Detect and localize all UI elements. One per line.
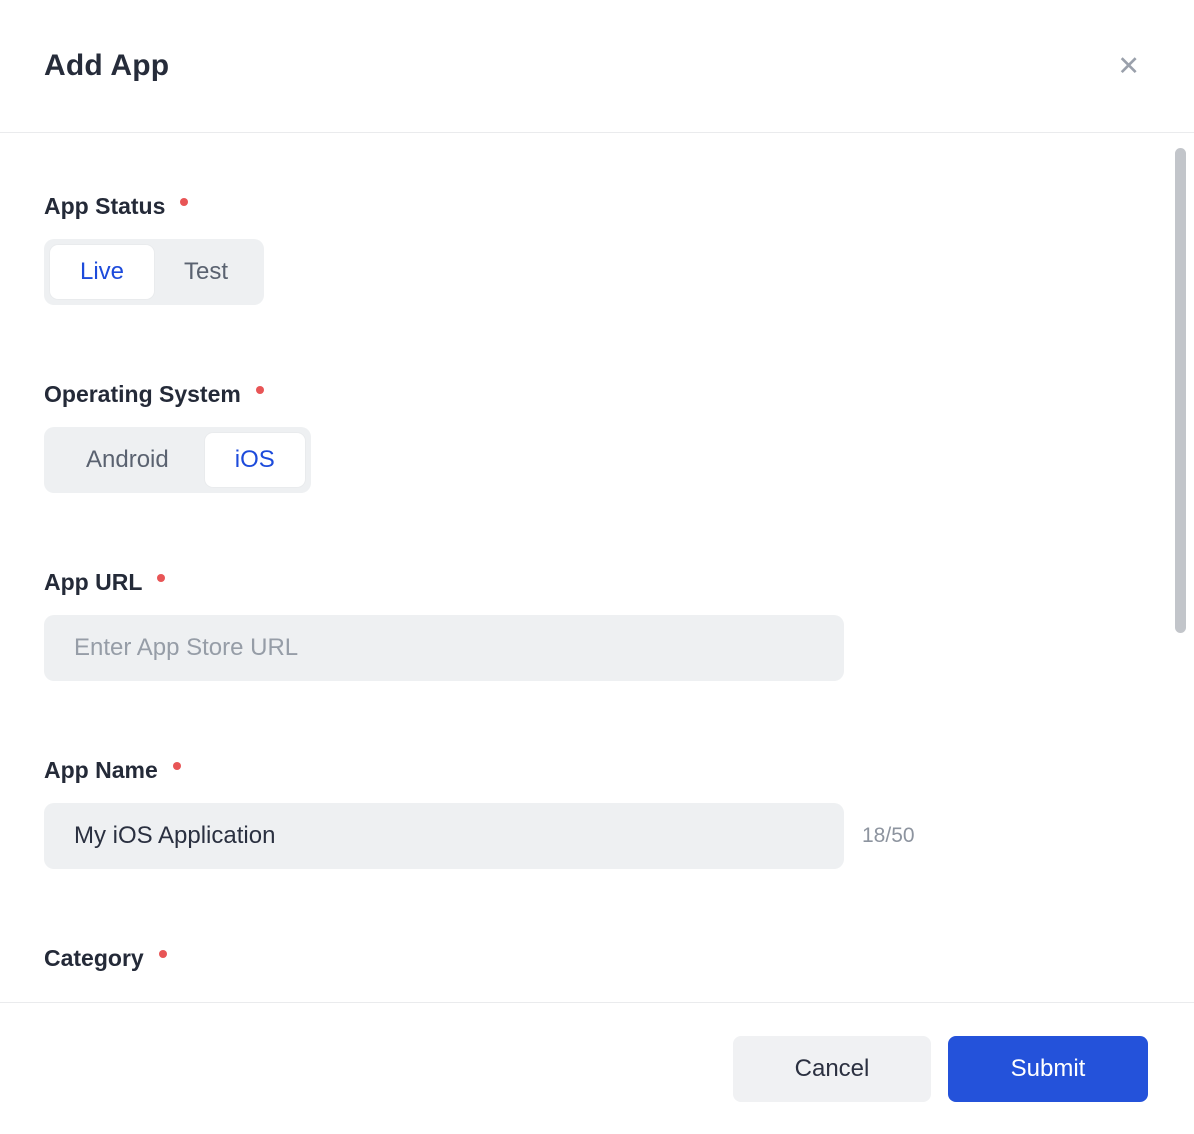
- operating-system-label-text: Operating System: [44, 381, 241, 407]
- scrollbar-thumb[interactable]: [1175, 148, 1186, 633]
- field-category: Category: [44, 945, 1150, 972]
- os-option-android[interactable]: Android: [50, 433, 205, 487]
- char-counter: 18/50: [862, 824, 915, 847]
- app-status-segmented-control: Live Test: [44, 239, 265, 305]
- field-app-name: App Name 18/50: [44, 757, 1150, 869]
- cancel-button[interactable]: Cancel: [733, 1035, 931, 1102]
- os-option-ios[interactable]: iOS: [204, 433, 305, 487]
- modal-footer: Cancel Submit: [0, 1002, 1194, 1134]
- app-url-label-text: App URL: [44, 569, 143, 595]
- submit-button[interactable]: Submit: [948, 1035, 1148, 1102]
- app-url-input-row: [44, 615, 1150, 681]
- close-icon[interactable]: ✕: [1117, 53, 1140, 80]
- required-dot: [158, 949, 167, 958]
- modal-title: Add App: [44, 49, 170, 82]
- app-status-label-text: App Status: [44, 193, 166, 219]
- operating-system-segmented-control: Android iOS: [44, 427, 311, 493]
- category-label: Category: [44, 945, 1150, 972]
- modal-body: App Status Live Test Operating System An…: [0, 133, 1194, 972]
- required-dot: [255, 385, 264, 394]
- required-dot: [157, 573, 166, 582]
- app-name-label: App Name: [44, 757, 1150, 784]
- app-name-input-row: 18/50: [44, 803, 1150, 869]
- app-name-input[interactable]: [44, 803, 844, 869]
- modal-header: Add App ✕: [0, 0, 1194, 133]
- app-url-input[interactable]: [44, 615, 844, 681]
- app-name-label-text: App Name: [44, 757, 158, 783]
- app-url-label: App URL: [44, 569, 1150, 596]
- required-dot: [172, 761, 181, 770]
- field-app-status: App Status Live Test: [44, 193, 1150, 305]
- field-app-url: App URL: [44, 569, 1150, 681]
- category-label-text: Category: [44, 945, 144, 971]
- operating-system-label: Operating System: [44, 381, 1150, 408]
- app-status-label: App Status: [44, 193, 1150, 220]
- app-status-option-test[interactable]: Test: [154, 245, 258, 299]
- field-operating-system: Operating System Android iOS: [44, 381, 1150, 493]
- app-status-option-live[interactable]: Live: [50, 245, 155, 299]
- required-dot: [180, 197, 189, 206]
